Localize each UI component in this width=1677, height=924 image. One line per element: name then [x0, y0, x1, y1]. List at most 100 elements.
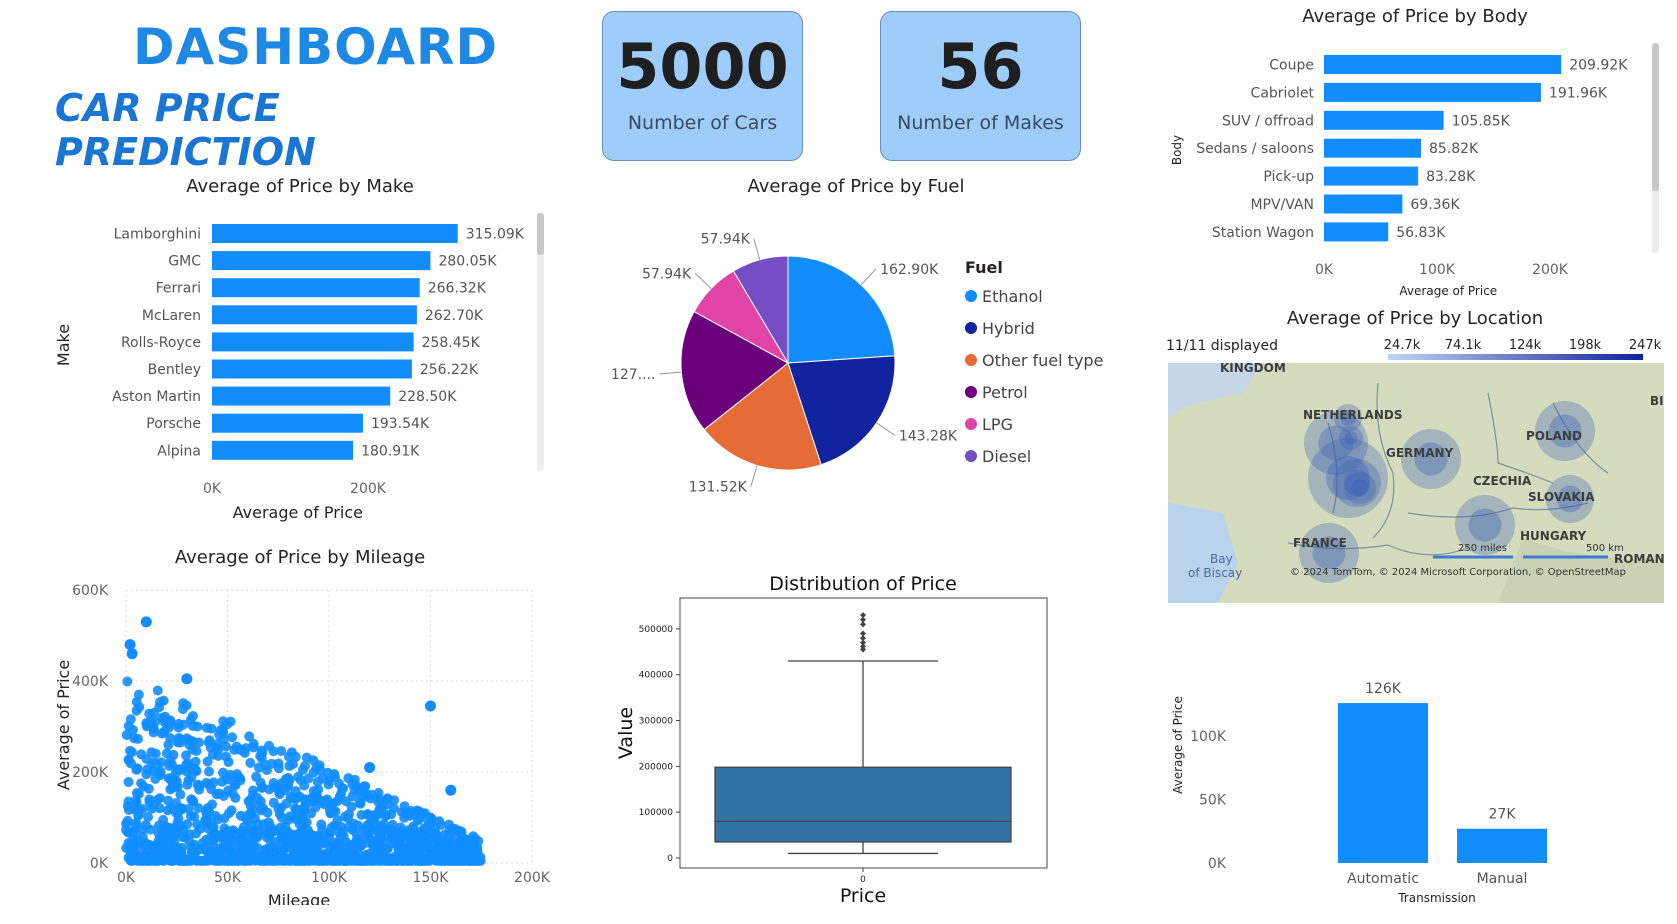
scatter-point	[425, 812, 436, 823]
scatter-point	[333, 827, 344, 838]
data-label: 315.09K	[466, 227, 525, 243]
category-label: Ferrari	[156, 281, 201, 297]
slice-label: 131.52K	[689, 480, 748, 496]
x-axis-label: Transmission	[1397, 891, 1476, 905]
scrollbar-thumb[interactable]	[1652, 43, 1659, 191]
y-tick-label: 200K	[72, 765, 109, 781]
y-tick-label: 100K	[1190, 729, 1227, 745]
scatter-point	[394, 855, 405, 866]
make-bar-chart[interactable]: Lamborghini 315.09K GMC 280.05K Ferrari 266.3…	[0, 200, 560, 530]
bar	[1324, 166, 1419, 186]
scrollbar-thumb[interactable]	[537, 213, 544, 255]
data-label: 262.70K	[425, 308, 484, 324]
scatter-point	[258, 855, 269, 866]
bar	[212, 224, 458, 243]
scatter-point	[255, 777, 266, 788]
category-label: Aston Martin	[112, 389, 201, 405]
x-axis-label: Average of Price	[233, 503, 363, 522]
scatter-point	[457, 831, 468, 842]
scatter-point	[411, 827, 422, 838]
category-label: Rolls-Royce	[121, 335, 201, 351]
scatter-point	[428, 854, 439, 865]
scatter-point	[178, 825, 189, 836]
scatter-point	[324, 840, 335, 851]
x-tick-label: 0	[860, 875, 866, 885]
x-tick-label: 200K	[350, 481, 387, 497]
leader-line	[753, 238, 761, 260]
price-box-plot[interactable]: Distribution of Price 0 100000 200000 300000…	[610, 560, 1070, 905]
data-label: 209.92K	[1569, 58, 1628, 74]
scatter-point	[397, 846, 408, 857]
data-label: 83.28K	[1426, 169, 1476, 185]
scatter-point	[158, 814, 169, 825]
scatter-point	[126, 648, 138, 660]
scatter-point	[187, 795, 198, 806]
category-label: GMC	[168, 254, 201, 270]
scatter-point	[166, 775, 177, 786]
scatter-point	[245, 794, 256, 805]
legend-tick: 124k	[1509, 338, 1542, 353]
scatter-point	[237, 846, 248, 857]
scatter-point	[176, 764, 187, 775]
scatter-point	[122, 676, 133, 687]
map-label: ROMAN	[1614, 552, 1664, 566]
kpi-card-cars[interactable]: 5000 Number of Cars	[602, 11, 803, 161]
bar	[1324, 222, 1389, 242]
fuel-pie-chart[interactable]: 162.90K 143.28K 131.52K 127.... 57.94K 57.94K…	[600, 200, 1120, 500]
x-tick-label: 200K	[1532, 262, 1569, 278]
scatter-point	[226, 805, 237, 816]
y-tick-label: 0K	[90, 856, 109, 872]
category-label: Manual	[1477, 871, 1528, 887]
scatter-point	[191, 845, 202, 856]
leader-line	[876, 422, 896, 436]
scatter-point	[204, 766, 215, 777]
scatter-point	[177, 704, 188, 715]
y-axis-label: Make	[54, 324, 73, 366]
transmission-bar-chart[interactable]: 0K 50K 100K 126K Automatic 27K ManualTransmiss…	[1160, 620, 1665, 910]
data-label: 280.05K	[438, 254, 497, 270]
x-tick-label: 100K	[1419, 262, 1456, 278]
map-label: Bay	[1210, 552, 1233, 566]
scale-miles: 250 miles	[1458, 543, 1507, 554]
scatter-point	[206, 831, 217, 842]
scatter-point	[325, 808, 336, 819]
scatter-point	[145, 716, 156, 727]
legend-label: Hybrid	[982, 319, 1035, 338]
bar	[212, 305, 417, 325]
scatter-point	[121, 729, 132, 740]
chart-title-fuel: Average of Price by Fuel	[747, 176, 965, 197]
scatter-point	[440, 829, 451, 840]
scatter-point	[413, 837, 424, 848]
scatter-point	[362, 809, 373, 820]
leader-line	[750, 465, 758, 487]
scatter-point	[151, 758, 162, 769]
scatter-point	[122, 815, 133, 826]
legend-tick: 74.1k	[1445, 338, 1482, 353]
mileage-scatter-chart[interactable]: 0K 50K 100K 150K 200K 0K 200K 400K 600K Mileage Av…	[40, 565, 570, 905]
leader-line	[659, 371, 682, 375]
bar	[212, 440, 354, 460]
x-axis-label: Average of Price	[1399, 284, 1497, 298]
scatter-point	[244, 855, 255, 866]
map-label: KINGDOM	[1220, 363, 1286, 375]
scatter-point	[311, 846, 322, 857]
location-map[interactable]: KINGDOM NETHERLANDS GERMANY POLAND CZECH…	[1168, 363, 1664, 603]
map-label: SLOVAKIA	[1528, 490, 1595, 504]
bar	[1324, 110, 1444, 130]
kpi-card-makes[interactable]: 56 Number of Makes	[880, 11, 1081, 161]
y-axis-label: Body	[1170, 135, 1184, 165]
bar	[1324, 82, 1541, 102]
x-tick-label: 100K	[311, 870, 348, 886]
scatter-point	[123, 721, 134, 732]
map-label: BI	[1650, 394, 1664, 408]
scatter-point	[248, 742, 259, 753]
scatter-point	[403, 855, 414, 866]
body-bar-chart[interactable]: Coupe 209.92K Cabriolet 191.96K SUV / offroa…	[1160, 30, 1670, 305]
scatter-point	[370, 842, 381, 853]
scatter-point	[175, 734, 186, 745]
x-tick-label: 0K	[117, 870, 136, 886]
scatter-point	[239, 747, 250, 758]
map-label: CZECHIA	[1473, 474, 1532, 488]
scatter-point	[137, 803, 148, 814]
bar	[212, 386, 391, 406]
